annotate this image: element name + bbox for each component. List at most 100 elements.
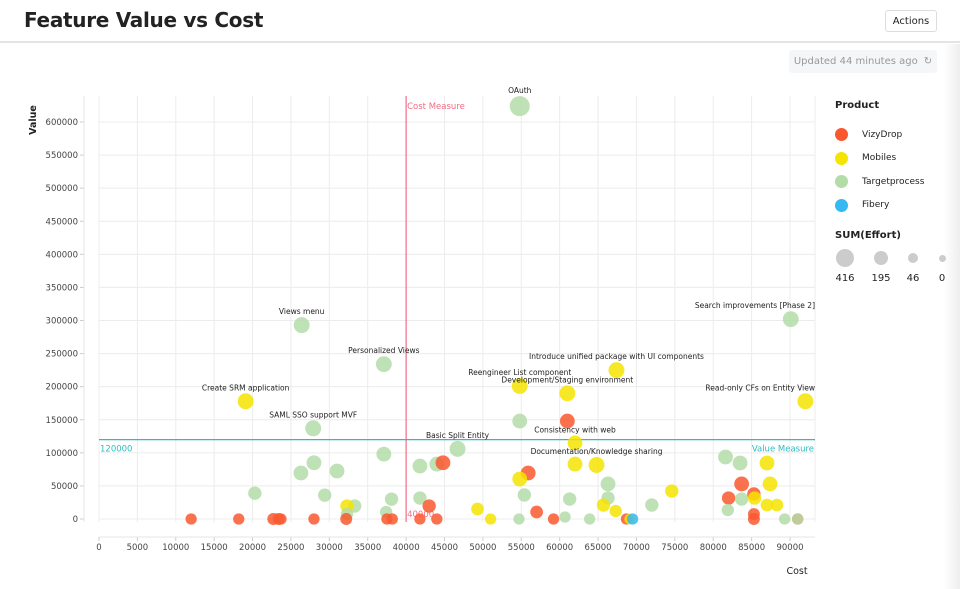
data-point xyxy=(759,455,775,471)
legend-swatch xyxy=(835,151,848,165)
point-label: SAML SSO support MVF xyxy=(269,410,357,419)
legend-item-targetprocess[interactable]: Targetprocess xyxy=(835,170,924,194)
data-point xyxy=(376,446,392,462)
data-point xyxy=(609,504,622,518)
size-circle xyxy=(874,251,888,265)
x-tick-label: 30000 xyxy=(316,543,343,553)
data-point xyxy=(734,492,749,506)
data-point xyxy=(484,513,497,525)
x-tick-label: 10000 xyxy=(162,543,189,553)
x-tick-label: 65000 xyxy=(585,543,612,553)
data-point xyxy=(386,513,398,525)
data-point xyxy=(559,385,576,402)
x-tick-label: 5000 xyxy=(127,543,149,553)
size-legend-item: 416 xyxy=(830,249,860,284)
data-point xyxy=(340,513,353,525)
data-point xyxy=(626,513,639,525)
size-circle xyxy=(908,253,918,263)
legend-item-fibery[interactable]: Fibery xyxy=(835,194,924,218)
data-point xyxy=(596,498,611,512)
y-tick-label: 350000 xyxy=(46,283,78,293)
data-point xyxy=(412,458,428,474)
x-tick-label: 45000 xyxy=(431,543,458,553)
data-point xyxy=(747,491,762,505)
legend-title: Product xyxy=(835,100,880,111)
data-point xyxy=(562,492,577,506)
data-point xyxy=(645,498,659,512)
size-label: 0 xyxy=(938,273,946,284)
x-tick-label: 25000 xyxy=(277,543,304,553)
data-point xyxy=(384,492,399,506)
data-point xyxy=(747,513,760,525)
x-tick-label: 60000 xyxy=(546,543,573,553)
data-point xyxy=(721,503,734,517)
size-legend-item: 46 xyxy=(898,253,928,284)
size-circle xyxy=(938,254,946,262)
size-label: 195 xyxy=(871,273,891,284)
data-point xyxy=(517,488,532,502)
cost-measure-label: Cost Measure xyxy=(407,102,465,112)
x-tick-label: 15000 xyxy=(201,543,228,553)
data-point xyxy=(734,476,750,492)
y-tick-label: 50000 xyxy=(51,482,78,492)
data-point xyxy=(583,513,596,525)
data-point xyxy=(233,513,245,525)
data-point xyxy=(797,393,814,410)
data-point xyxy=(530,505,543,519)
y-tick-label: 450000 xyxy=(46,217,78,227)
size-legend-item: 0 xyxy=(927,254,957,284)
data-point xyxy=(782,311,799,328)
x-tick-label: 40000 xyxy=(393,543,420,553)
x-tick-label: 90000 xyxy=(776,543,803,553)
data-point xyxy=(665,484,679,498)
data-point xyxy=(559,511,571,523)
y-tick-label: 100000 xyxy=(46,449,78,459)
y-tick-label: 0 xyxy=(73,515,78,525)
y-tick-label: 150000 xyxy=(46,416,78,426)
y-tick-label: 300000 xyxy=(46,317,78,327)
point-label: Consistency with web xyxy=(534,426,616,435)
x-tick-label: 70000 xyxy=(623,543,650,553)
point-label: Search improvements [Phase 2] xyxy=(695,301,815,310)
legend-label: Fibery xyxy=(862,200,890,211)
product-legend: Product VizyDrop Mobiles Targetprocess Fibe… xyxy=(835,100,924,217)
data-point xyxy=(792,513,804,525)
data-point xyxy=(293,465,309,481)
point-label: Views menu xyxy=(279,307,325,316)
data-point xyxy=(567,456,583,472)
legend-label: Mobiles xyxy=(862,153,897,164)
data-point xyxy=(308,513,320,525)
data-point xyxy=(449,440,466,457)
x-tick-label: 35000 xyxy=(354,543,381,553)
data-point xyxy=(513,513,525,525)
data-point xyxy=(431,513,443,525)
data-point xyxy=(732,455,748,471)
y-tick-label: 250000 xyxy=(46,350,78,360)
size-legend-title: SUM(Effort) xyxy=(835,230,901,241)
scatter-chart: 0 5000 10000 15000 20000 25000 30000 35000 40000… xyxy=(28,86,816,577)
data-point xyxy=(509,96,530,117)
point-label: Read-only CFs on Entity View xyxy=(705,383,815,392)
size-label: 46 xyxy=(906,273,920,284)
data-point xyxy=(721,491,736,505)
point-label: Create SRM application xyxy=(202,383,290,392)
x-tick-label: 75000 xyxy=(661,543,688,553)
y-tick-label: 400000 xyxy=(46,250,78,260)
data-point xyxy=(588,457,605,473)
size-circle xyxy=(836,249,854,267)
data-point xyxy=(762,476,778,492)
x-tick-label: 20000 xyxy=(239,543,266,553)
data-point xyxy=(306,455,322,471)
data-point xyxy=(248,486,262,500)
legend-item-vizydrop[interactable]: VizyDrop xyxy=(835,123,924,147)
x-tick-label: 50000 xyxy=(469,543,496,553)
point-label: Introduce unified package with UI compon… xyxy=(529,352,704,361)
legend-label: VizyDrop xyxy=(862,129,903,140)
value-measure-label: Value Measure xyxy=(752,445,814,455)
data-point xyxy=(471,502,484,516)
data-point xyxy=(422,499,436,513)
legend-label: Targetprocess xyxy=(862,176,925,187)
legend-item-mobiles[interactable]: Mobiles xyxy=(835,147,924,171)
data-point xyxy=(318,488,332,502)
point-label: Personalized Views xyxy=(348,346,419,355)
